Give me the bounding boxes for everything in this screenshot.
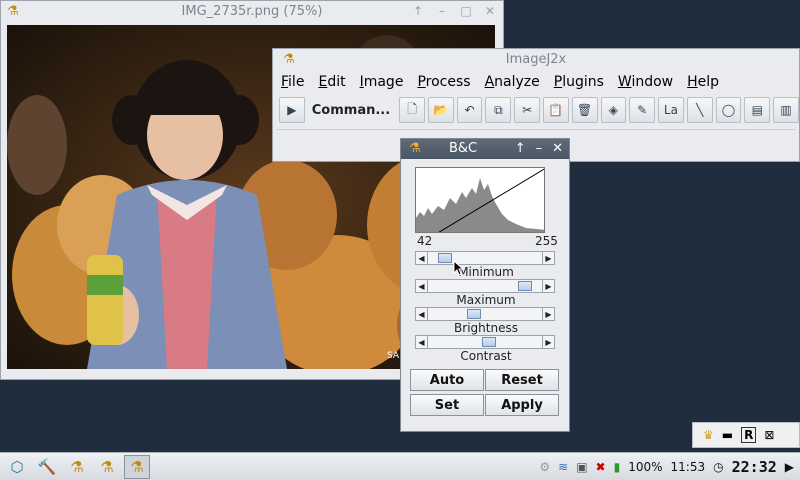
menu-window[interactable]: Window	[618, 74, 673, 90]
menubar: File Edit Image Process Analyze Plugins …	[273, 71, 799, 93]
imagej-titlebar[interactable]: ⚗ ImageJ2x	[273, 49, 799, 71]
taskbar-imagej-icon[interactable]: ⚗	[94, 455, 120, 479]
wifi-icon[interactable]: ≋	[558, 460, 568, 474]
battery-percent: 100%	[628, 460, 663, 474]
close-icon[interactable]: ✕	[483, 4, 497, 18]
right-arrow-icon[interactable]: ▶	[542, 308, 554, 320]
taskbar-imagej-icon[interactable]: ⚗	[64, 455, 90, 479]
contrast-label: Contrast	[460, 349, 512, 363]
left-arrow-icon[interactable]: ◀	[416, 252, 428, 264]
battery-icon[interactable]: ▮	[614, 460, 621, 474]
minimize-icon[interactable]: –	[435, 4, 449, 18]
mouse-cursor-icon	[453, 260, 465, 276]
right-arrow-icon[interactable]: ▶	[542, 336, 554, 348]
right-arrow-icon[interactable]: ▶	[542, 252, 554, 264]
menu-help[interactable]: Help	[687, 74, 719, 90]
raise-icon[interactable]: ↑	[515, 141, 526, 156]
close-icon[interactable]: ✕	[552, 141, 563, 156]
menu-plugins[interactable]: Plugins	[554, 74, 604, 90]
pencil-icon[interactable]: ✎	[629, 97, 656, 123]
menu-process[interactable]: Process	[417, 74, 470, 90]
network-disconnected-icon[interactable]: ✖	[596, 460, 606, 474]
brightness-label: Brightness	[454, 321, 518, 335]
minimum-label: Minimum	[458, 265, 514, 279]
delete-icon[interactable]: 🗑	[571, 97, 598, 123]
taskbar-imagej-icon[interactable]: ⚗	[124, 454, 150, 479]
copy-icon[interactable]: ⧉	[485, 97, 512, 123]
cut-icon[interactable]: ✂	[514, 97, 540, 123]
left-arrow-icon[interactable]: ◀	[416, 280, 428, 292]
clock-icon: ◷	[713, 460, 724, 474]
set-button[interactable]: Set	[410, 394, 484, 416]
minimum-slider[interactable]: ◀ ▶	[415, 251, 555, 265]
settings-gear-icon[interactable]: ⚙	[539, 460, 550, 474]
scroll-right-icon[interactable]: ▶	[785, 460, 794, 474]
range-max-label: 255	[535, 234, 558, 248]
brightness-contrast-dialog[interactable]: ⚗ B&C ↑ – ✕ 42 255 ◀ ▶ Minimum ◀ ▶ Maxim…	[400, 138, 570, 432]
menu-analyze[interactable]: Analyze	[485, 74, 540, 90]
network-icon[interactable]: ▣	[576, 460, 587, 474]
contrast-slider-thumb[interactable]	[481, 337, 496, 347]
auto-button[interactable]: Auto	[410, 369, 484, 391]
play-icon: ▶	[287, 103, 297, 117]
imagej-icon: ⚗	[409, 141, 421, 156]
toolbar: ▶ Comman... 🗋 📂 ↶ ⧉ ✂ 📋 🗑 ◈ ✎ La ╲ ◯ ▤ ▥	[273, 93, 799, 127]
left-arrow-icon[interactable]: ◀	[416, 308, 428, 320]
clock[interactable]: 22:32	[732, 458, 777, 476]
minimize-all-icon[interactable]: ▬	[722, 428, 733, 442]
range-min-label: 42	[417, 234, 433, 248]
fill-icon[interactable]: ◈	[600, 97, 627, 123]
maximum-slider[interactable]: ◀ ▶	[415, 279, 555, 293]
imagej-title: ImageJ2x	[505, 52, 567, 67]
menu-edit[interactable]: Edit	[318, 74, 345, 90]
minimize-icon[interactable]: –	[536, 141, 543, 156]
raise-icon[interactable]: ↑	[411, 4, 425, 18]
maximum-label: Maximum	[456, 293, 516, 307]
battery-time: 11:53	[670, 460, 706, 474]
tool-icon[interactable]: 🔨	[34, 455, 60, 479]
script-icon[interactable]: ▤	[744, 97, 771, 123]
contrast-slider[interactable]: ◀ ▶	[415, 335, 555, 349]
oval-icon[interactable]: ◯	[715, 97, 742, 123]
maximum-slider-thumb[interactable]	[518, 281, 533, 291]
minimum-slider-thumb[interactable]	[437, 253, 452, 263]
undo-icon[interactable]: ↶	[456, 97, 483, 123]
image-window-titlebar[interactable]: ⚗ IMG_2735r.png (75%) ↑ – □ ✕	[1, 1, 503, 23]
reset-button[interactable]: Reset	[485, 369, 559, 391]
apply-button[interactable]: Apply	[485, 394, 559, 416]
photo-watermark: SA	[387, 351, 400, 361]
crown-icon[interactable]: ♛	[703, 428, 714, 442]
mini-tray-widget: ♛ ▬ R ⊠	[692, 422, 800, 448]
line-icon[interactable]: ╲	[686, 97, 713, 123]
histogram	[415, 167, 545, 233]
brightness-slider-thumb[interactable]	[467, 309, 482, 319]
restore-icon[interactable]: R	[741, 427, 757, 443]
label-icon[interactable]: La	[658, 97, 684, 123]
system-tray: ⚙ ≋ ▣ ✖ ▮ 100% 11:53 ◷ 22:32 ▶	[539, 453, 800, 480]
left-arrow-icon[interactable]: ◀	[416, 336, 428, 348]
right-arrow-icon[interactable]: ▶	[542, 280, 554, 292]
new-icon[interactable]: 🗋	[399, 97, 425, 123]
taskbar: ⬡ 🔨 ⚗ ⚗ ⚗ ⚙ ≋ ▣ ✖ ▮ 100% 11:53 ◷ 22:32 ▶	[0, 452, 800, 480]
brightness-slider[interactable]: ◀ ▶	[415, 307, 555, 321]
text-file-icon[interactable]: ▥	[773, 97, 799, 123]
start-menu-icon[interactable]: ⬡	[4, 455, 30, 479]
close-all-icon[interactable]: ⊠	[764, 428, 774, 442]
menu-image[interactable]: Image	[360, 74, 404, 90]
paste-icon[interactable]: 📋	[543, 97, 569, 123]
run-command-button[interactable]: ▶	[279, 97, 305, 123]
bc-title: B&C	[449, 141, 478, 156]
menu-file[interactable]: File	[281, 74, 304, 90]
bc-titlebar[interactable]: ⚗ B&C ↑ – ✕	[401, 139, 569, 159]
open-icon[interactable]: 📂	[427, 97, 454, 123]
maximize-icon[interactable]: □	[459, 4, 473, 18]
command-label[interactable]: Comman...	[312, 103, 390, 118]
